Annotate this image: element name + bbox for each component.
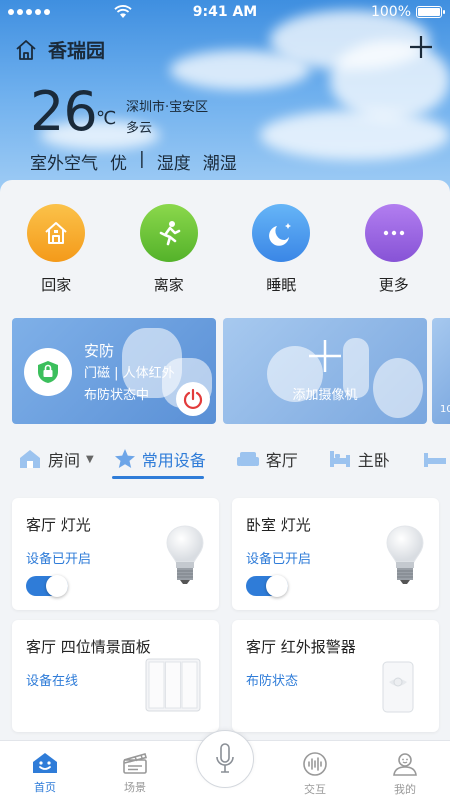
air-label: 室外空气 bbox=[30, 154, 98, 174]
nav-scenes[interactable]: 场景 bbox=[90, 741, 180, 800]
status-time: 9:41 AM bbox=[192, 4, 258, 20]
home-outline-icon bbox=[16, 39, 36, 60]
home-selector[interactable]: 香瑞园 bbox=[14, 36, 105, 63]
device-title: 客厅 四位情景面板 bbox=[26, 638, 151, 656]
power-icon bbox=[183, 388, 203, 410]
device-card[interactable]: 客厅 红外报警器 布防状态 bbox=[232, 620, 439, 732]
nav-interact[interactable]: 交互 bbox=[270, 741, 360, 800]
temperature-unit: ℃ bbox=[96, 108, 117, 129]
device-card[interactable]: 卧室 灯光 设备已开启 bbox=[232, 498, 439, 610]
banner-carousel[interactable]: 安防 门磁 | 人体红外 布防状态中 添加摄像机 10 bbox=[12, 318, 450, 424]
power-button[interactable] bbox=[176, 382, 210, 416]
device-status: 设备在线 bbox=[26, 674, 79, 689]
scene-label: 离家 bbox=[153, 276, 184, 294]
security-title: 安防 bbox=[84, 342, 115, 360]
add-camera-banner[interactable]: 添加摄像机 bbox=[223, 318, 427, 424]
tab-label: 常用设备 bbox=[141, 451, 206, 470]
location: 深圳市·宝安区 bbox=[126, 100, 209, 115]
device-title: 客厅 灯光 bbox=[26, 516, 91, 534]
bed-icon bbox=[329, 451, 350, 467]
scene-leave[interactable]: 离家 bbox=[113, 204, 226, 295]
tab-label: 主卧 bbox=[357, 451, 390, 470]
device-status: 布防状态 bbox=[246, 674, 299, 689]
scene-row: 回家 离家 睡眠 更多 bbox=[0, 204, 450, 295]
security-lock-icon bbox=[24, 348, 72, 396]
home-name: 香瑞园 bbox=[48, 40, 106, 62]
switch-panel-icon bbox=[145, 658, 201, 712]
security-status: 布防状态中 bbox=[84, 388, 150, 403]
scene-home[interactable]: 回家 bbox=[0, 204, 113, 295]
weather-condition: 多云 bbox=[126, 121, 153, 136]
moon-icon bbox=[252, 204, 311, 262]
main-panel: 回家 离家 睡眠 更多 安防 门磁 | 人体红外 布防状态中 添加摄像机 10 … bbox=[0, 180, 450, 740]
home-icon bbox=[27, 204, 86, 262]
nav-profile[interactable]: 我的 bbox=[360, 741, 450, 800]
tab-master-bedroom[interactable]: 主卧 bbox=[328, 447, 390, 471]
add-icon[interactable] bbox=[408, 34, 434, 60]
air-value: 优 bbox=[110, 154, 127, 174]
next-banner-label: 10 bbox=[440, 404, 450, 415]
security-banner[interactable]: 安防 门磁 | 人体红外 布防状态中 bbox=[12, 318, 216, 424]
tab-more-rooms[interactable] bbox=[423, 449, 446, 469]
room-tabs: 房间 ▼ 常用设备 客厅 主卧 bbox=[0, 442, 450, 479]
voice-button[interactable] bbox=[196, 730, 254, 788]
nav-label: 我的 bbox=[394, 783, 416, 796]
humidity-value: 潮湿 bbox=[202, 154, 237, 174]
scene-more[interactable]: 更多 bbox=[338, 204, 450, 295]
scene-label: 回家 bbox=[41, 276, 72, 294]
caret-down-icon: ▼ bbox=[86, 453, 94, 465]
scene-label: 睡眠 bbox=[266, 276, 297, 294]
sofa-icon bbox=[236, 452, 259, 466]
tab-label: 房间 bbox=[48, 451, 81, 470]
plus-icon bbox=[309, 340, 341, 372]
device-toggle[interactable] bbox=[246, 575, 288, 597]
status-bar: 9:41 AM 100% bbox=[0, 0, 450, 24]
nav-label: 场景 bbox=[124, 781, 146, 794]
running-person-icon bbox=[139, 204, 198, 262]
battery-icon bbox=[416, 6, 445, 18]
clapperboard-icon bbox=[123, 753, 147, 774]
divider: | bbox=[139, 149, 145, 169]
air-quality-row: 室外空气 优 | 湿度 潮湿 bbox=[30, 149, 237, 174]
device-title: 客厅 红外报警器 bbox=[246, 638, 356, 656]
star-icon bbox=[114, 449, 135, 468]
voice-wave-icon bbox=[303, 752, 327, 776]
device-status: 设备已开启 bbox=[26, 552, 92, 567]
infrared-sensor-icon bbox=[382, 661, 414, 713]
device-card[interactable]: 客厅 四位情景面板 设备在线 bbox=[12, 620, 219, 732]
profile-icon bbox=[393, 753, 417, 776]
tab-rooms[interactable]: 房间 ▼ bbox=[18, 447, 94, 471]
security-devices: 门磁 | 人体红外 bbox=[84, 366, 175, 381]
bed-icon bbox=[423, 453, 446, 467]
tab-common-devices[interactable]: 常用设备 bbox=[111, 447, 206, 479]
home-smile-icon bbox=[33, 753, 57, 773]
humidity-label: 湿度 bbox=[156, 154, 191, 174]
more-dots-icon bbox=[364, 204, 423, 262]
microphone-icon bbox=[216, 743, 234, 773]
scene-sleep[interactable]: 睡眠 bbox=[225, 204, 338, 295]
device-toggle[interactable] bbox=[26, 575, 68, 597]
device-card[interactable]: 客厅 灯光 设备已开启 bbox=[12, 498, 219, 610]
nav-label: 交互 bbox=[304, 783, 326, 796]
scene-label: 更多 bbox=[378, 276, 409, 294]
house-icon bbox=[20, 450, 40, 468]
tab-label: 客厅 bbox=[265, 451, 298, 470]
next-banner[interactable]: 10 bbox=[432, 318, 450, 424]
nav-label: 首页 bbox=[34, 781, 56, 794]
device-title: 卧室 灯光 bbox=[246, 516, 311, 534]
light-bulb-icon bbox=[386, 525, 424, 584]
nav-home[interactable]: 首页 bbox=[0, 741, 90, 800]
add-camera-label: 添加摄像机 bbox=[292, 388, 358, 403]
temperature: 26 bbox=[30, 80, 98, 143]
header: 9:41 AM 100% 香瑞园 26 ℃ 深圳市·宝安区 多云 室外空气 优 … bbox=[0, 0, 450, 210]
tab-living-room[interactable]: 客厅 bbox=[236, 447, 298, 471]
device-status: 设备已开启 bbox=[246, 552, 312, 567]
light-bulb-icon bbox=[166, 525, 204, 584]
